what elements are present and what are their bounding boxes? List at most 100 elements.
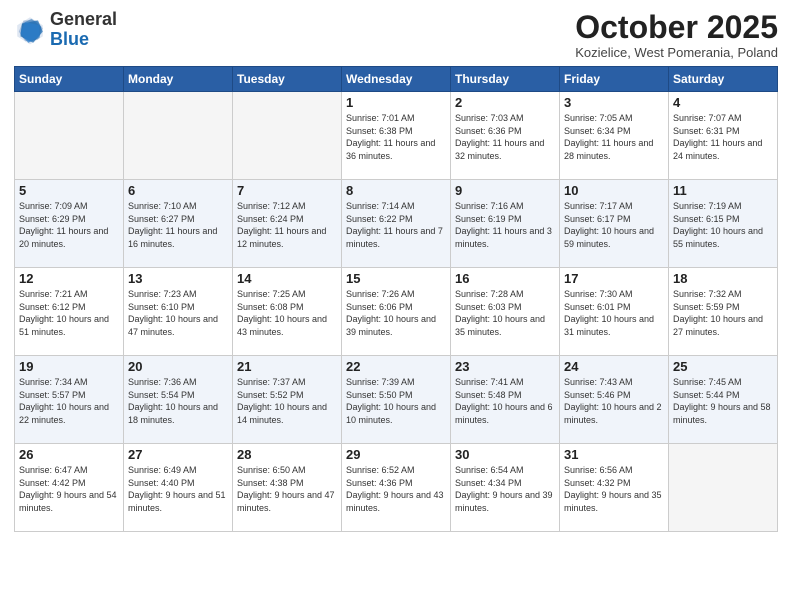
cell-3-3: 22Sunrise: 7:39 AM Sunset: 5:50 PM Dayli…: [342, 356, 451, 444]
day-number: 11: [673, 183, 773, 198]
col-monday: Monday: [124, 67, 233, 92]
cell-2-0: 12 Sunrise: 7:21 AM Sunset: 6:12 PM Dayli…: [15, 268, 124, 356]
day-number: 1: [346, 95, 446, 110]
cell-3-4: 23Sunrise: 7:41 AM Sunset: 5:48 PM Dayli…: [451, 356, 560, 444]
day-number: 30: [455, 447, 555, 462]
cell-2-5: 17 Sunrise: 7:30 AM Sunset: 6:01 PM Dayli…: [560, 268, 669, 356]
day-number: 20: [128, 359, 228, 374]
col-thursday: Thursday: [451, 67, 560, 92]
day-info: Sunrise: 7:03 AM Sunset: 6:36 PM Dayligh…: [455, 112, 555, 162]
cell-3-6: 25Sunrise: 7:45 AM Sunset: 5:44 PM Dayli…: [669, 356, 778, 444]
day-number: 19: [19, 359, 119, 374]
week-row-4: 19 Sunrise: 7:34 AM Sunset: 5:57 PM Dayli…: [15, 356, 778, 444]
cell-4-1: 27 Sunrise: 6:49 AM Sunset: 4:40 PM Dayli…: [124, 444, 233, 532]
week-row-5: 26 Sunrise: 6:47 AM Sunset: 4:42 PM Dayli…: [15, 444, 778, 532]
day-info: Sunrise: 6:52 AM Sunset: 4:36 PM Dayligh…: [346, 464, 446, 514]
day-number: 2: [455, 95, 555, 110]
day-number: 4: [673, 95, 773, 110]
logo: General Blue: [14, 10, 117, 50]
day-number: 10: [564, 183, 664, 198]
day-number: 6: [128, 183, 228, 198]
day-number: 28: [237, 447, 337, 462]
cell-1-1: 6 Sunrise: 7:10 AM Sunset: 6:27 PM Daylig…: [124, 180, 233, 268]
day-info: Sunrise: 7:10 AM Sunset: 6:27 PM Dayligh…: [128, 200, 228, 250]
day-number: 8: [346, 183, 446, 198]
day-number: 5: [19, 183, 119, 198]
col-wednesday: Wednesday: [342, 67, 451, 92]
cell-2-6: 18 Sunrise: 7:32 AM Sunset: 5:59 PM Dayli…: [669, 268, 778, 356]
day-info: Sunrise: 6:50 AM Sunset: 4:38 PM Dayligh…: [237, 464, 337, 514]
day-info: Sunrise: 7:09 AM Sunset: 6:29 PM Dayligh…: [19, 200, 119, 250]
logo-general-text: General: [50, 9, 117, 29]
day-info: Sunrise: 7:32 AM Sunset: 5:59 PM Dayligh…: [673, 288, 773, 338]
day-number: 14: [237, 271, 337, 286]
day-info: Sunrise: 7:34 AM Sunset: 5:57 PM Dayligh…: [19, 376, 119, 426]
cell-2-4: 16Sunrise: 7:28 AM Sunset: 6:03 PM Dayli…: [451, 268, 560, 356]
day-number: 16: [455, 271, 555, 286]
cell-1-3: 8 Sunrise: 7:14 AM Sunset: 6:22 PM Daylig…: [342, 180, 451, 268]
col-sunday: Sunday: [15, 67, 124, 92]
cell-3-2: 21Sunrise: 7:37 AM Sunset: 5:52 PM Dayli…: [233, 356, 342, 444]
cell-4-4: 30Sunrise: 6:54 AM Sunset: 4:34 PM Dayli…: [451, 444, 560, 532]
day-info: Sunrise: 7:39 AM Sunset: 5:50 PM Dayligh…: [346, 376, 446, 426]
cell-4-0: 26 Sunrise: 6:47 AM Sunset: 4:42 PM Dayli…: [15, 444, 124, 532]
day-number: 18: [673, 271, 773, 286]
day-info: Sunrise: 7:26 AM Sunset: 6:06 PM Dayligh…: [346, 288, 446, 338]
location: Kozielice, West Pomerania, Poland: [575, 45, 778, 60]
week-row-2: 5 Sunrise: 7:09 AM Sunset: 6:29 PM Daylig…: [15, 180, 778, 268]
day-info: Sunrise: 7:43 AM Sunset: 5:46 PM Dayligh…: [564, 376, 664, 426]
cell-2-1: 13 Sunrise: 7:23 AM Sunset: 6:10 PM Dayli…: [124, 268, 233, 356]
cell-0-0: [15, 92, 124, 180]
cell-2-2: 14 Sunrise: 7:25 AM Sunset: 6:08 PM Dayli…: [233, 268, 342, 356]
day-info: Sunrise: 6:47 AM Sunset: 4:42 PM Dayligh…: [19, 464, 119, 514]
cell-0-3: 1 Sunrise: 7:01 AM Sunset: 6:38 PM Daylig…: [342, 92, 451, 180]
day-number: 29: [346, 447, 446, 462]
logo-blue-text: Blue: [50, 29, 89, 49]
cell-0-1: [124, 92, 233, 180]
week-row-3: 12 Sunrise: 7:21 AM Sunset: 6:12 PM Dayli…: [15, 268, 778, 356]
header: General Blue October 2025 Kozielice, Wes…: [14, 10, 778, 60]
cell-4-6: [669, 444, 778, 532]
month-title: October 2025: [575, 10, 778, 45]
cell-4-5: 31Sunrise: 6:56 AM Sunset: 4:32 PM Dayli…: [560, 444, 669, 532]
day-number: 27: [128, 447, 228, 462]
day-number: 13: [128, 271, 228, 286]
day-info: Sunrise: 7:30 AM Sunset: 6:01 PM Dayligh…: [564, 288, 664, 338]
col-tuesday: Tuesday: [233, 67, 342, 92]
day-number: 12: [19, 271, 119, 286]
header-row: Sunday Monday Tuesday Wednesday Thursday…: [15, 67, 778, 92]
cell-4-3: 29 Sunrise: 6:52 AM Sunset: 4:36 PM Dayli…: [342, 444, 451, 532]
day-number: 25: [673, 359, 773, 374]
day-number: 17: [564, 271, 664, 286]
cell-1-5: 10 Sunrise: 7:17 AM Sunset: 6:17 PM Dayli…: [560, 180, 669, 268]
day-info: Sunrise: 7:05 AM Sunset: 6:34 PM Dayligh…: [564, 112, 664, 162]
day-number: 23: [455, 359, 555, 374]
day-info: Sunrise: 7:19 AM Sunset: 6:15 PM Dayligh…: [673, 200, 773, 250]
day-info: Sunrise: 7:12 AM Sunset: 6:24 PM Dayligh…: [237, 200, 337, 250]
week-row-1: 1 Sunrise: 7:01 AM Sunset: 6:38 PM Daylig…: [15, 92, 778, 180]
cell-0-6: 4 Sunrise: 7:07 AM Sunset: 6:31 PM Daylig…: [669, 92, 778, 180]
cell-2-3: 15Sunrise: 7:26 AM Sunset: 6:06 PM Dayli…: [342, 268, 451, 356]
day-info: Sunrise: 7:07 AM Sunset: 6:31 PM Dayligh…: [673, 112, 773, 162]
day-number: 21: [237, 359, 337, 374]
day-number: 24: [564, 359, 664, 374]
day-number: 31: [564, 447, 664, 462]
day-info: Sunrise: 6:49 AM Sunset: 4:40 PM Dayligh…: [128, 464, 228, 514]
day-info: Sunrise: 7:01 AM Sunset: 6:38 PM Dayligh…: [346, 112, 446, 162]
cell-1-4: 9Sunrise: 7:16 AM Sunset: 6:19 PM Daylig…: [451, 180, 560, 268]
day-info: Sunrise: 7:14 AM Sunset: 6:22 PM Dayligh…: [346, 200, 446, 250]
cell-1-0: 5 Sunrise: 7:09 AM Sunset: 6:29 PM Daylig…: [15, 180, 124, 268]
cell-3-0: 19 Sunrise: 7:34 AM Sunset: 5:57 PM Dayli…: [15, 356, 124, 444]
day-number: 26: [19, 447, 119, 462]
title-block: October 2025 Kozielice, West Pomerania, …: [575, 10, 778, 60]
day-info: Sunrise: 7:21 AM Sunset: 6:12 PM Dayligh…: [19, 288, 119, 338]
day-info: Sunrise: 7:17 AM Sunset: 6:17 PM Dayligh…: [564, 200, 664, 250]
day-info: Sunrise: 7:36 AM Sunset: 5:54 PM Dayligh…: [128, 376, 228, 426]
day-number: 3: [564, 95, 664, 110]
day-info: Sunrise: 7:25 AM Sunset: 6:08 PM Dayligh…: [237, 288, 337, 338]
calendar-table: Sunday Monday Tuesday Wednesday Thursday…: [14, 66, 778, 532]
day-number: 9: [455, 183, 555, 198]
cell-3-5: 24 Sunrise: 7:43 AM Sunset: 5:46 PM Dayli…: [560, 356, 669, 444]
day-info: Sunrise: 7:23 AM Sunset: 6:10 PM Dayligh…: [128, 288, 228, 338]
cell-0-2: [233, 92, 342, 180]
